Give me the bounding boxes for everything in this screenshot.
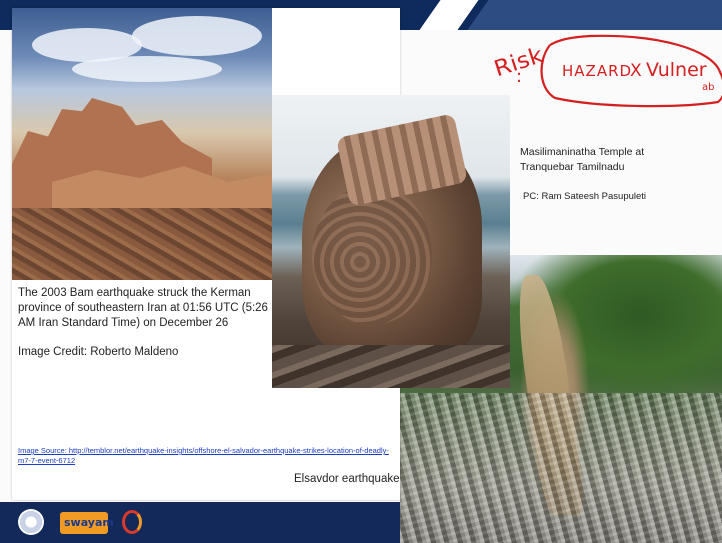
temple-photo-credit: PC: Ram Sateesh Pasupuleti (523, 191, 647, 202)
ink-hazard: HAZARD (562, 62, 632, 80)
nptel-logo-icon (122, 510, 142, 534)
iit-logo-icon (18, 509, 44, 535)
stone-carving (312, 185, 432, 325)
handwritten-annotation: Risk : HAZARD X Vulner ab (491, 34, 722, 108)
ink-colon: : (516, 66, 522, 87)
ink-ab: ab (702, 82, 714, 93)
image-source-link[interactable]: Image Source: http://temblor.net/earthqu… (18, 446, 398, 466)
swayam-logo: swayam (60, 512, 114, 534)
ink-vulner: Vulner (646, 59, 707, 81)
residential-area (400, 393, 722, 543)
temple-caption: Masilimaninatha Temple at Tranquebar Tam… (520, 146, 645, 173)
rubble (12, 208, 272, 280)
elsalvador-earthquake-label: Elsavdor earthquake (294, 473, 400, 485)
bam-caption: The 2003 Bam earthquake struck the Kerma… (18, 287, 268, 329)
bam-citadel-photo (12, 8, 272, 280)
shore-rocks (272, 345, 510, 388)
lecture-slide: Masilimaninatha Temple at Tranquebar Tam… (0, 0, 722, 543)
temple-ruin-photo (272, 95, 510, 388)
swayam-logo-text: swayam (64, 516, 114, 529)
bam-image-credit: Image Credit: Roberto Maldeno (18, 346, 179, 358)
ink-times: X (630, 61, 642, 81)
